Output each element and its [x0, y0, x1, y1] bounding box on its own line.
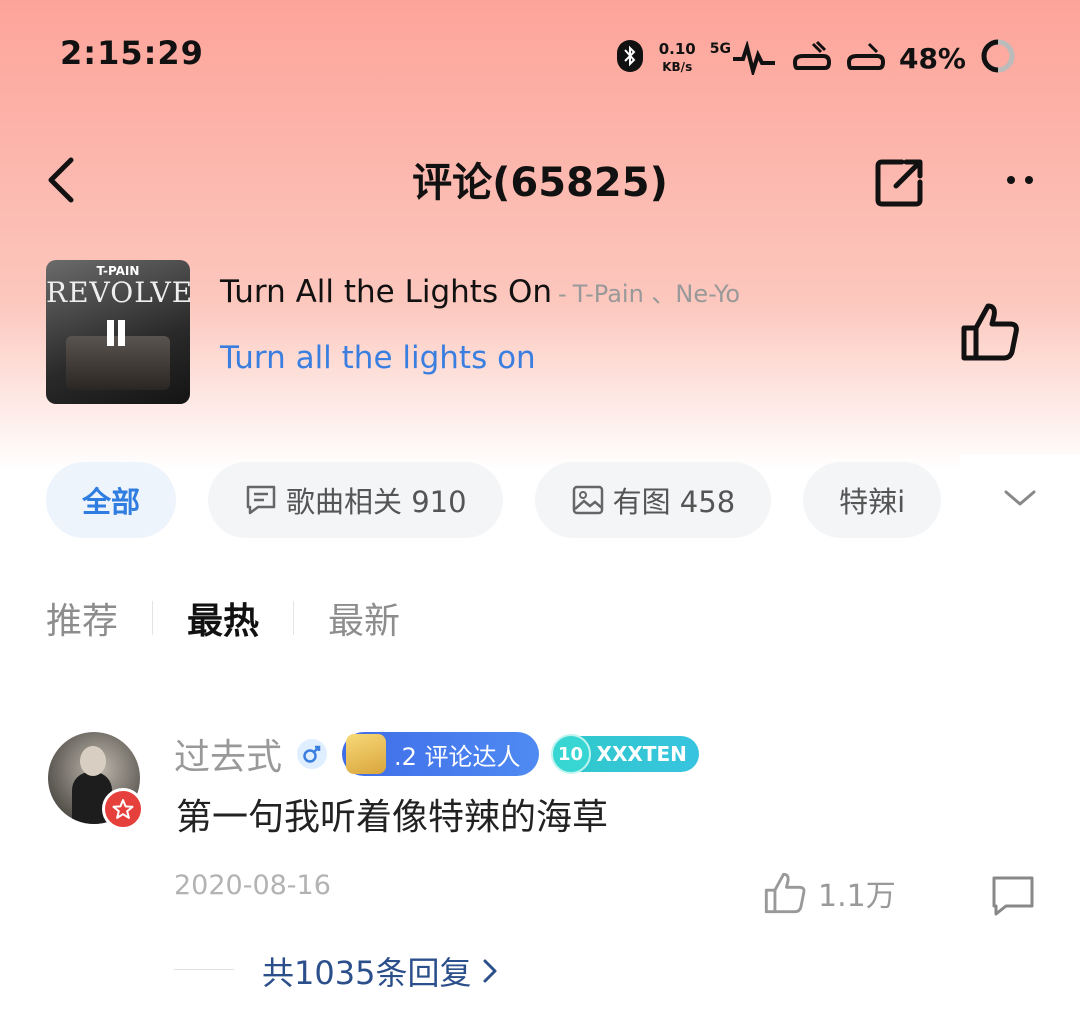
like-count: 1.1万: [818, 879, 896, 914]
comment-date: 2020-08-16: [174, 870, 331, 901]
signal-5g-icon: 5G: [710, 41, 777, 75]
comment-like-button[interactable]: 1.1万: [762, 870, 896, 916]
battery-percent: 48%: [898, 41, 966, 75]
comment-user-row: 过去式 .2 评论达人 10 XXXTEN: [174, 728, 699, 780]
avatar-star-badge: [102, 788, 144, 830]
bluetooth-icon: [615, 38, 645, 78]
comment-list-icon: [246, 485, 276, 515]
song-title[interactable]: Turn All the Lights On: [220, 274, 552, 310]
status-icons: 0.10 KB/s 5G 48%: [615, 38, 1016, 78]
male-gender-icon: [296, 738, 328, 770]
divider: [293, 601, 295, 635]
tab-hottest[interactable]: 最热: [187, 592, 259, 644]
replies-label: 共1035条回复: [262, 954, 472, 992]
chip-all[interactable]: 全部: [46, 462, 177, 538]
thumbs-up-icon: [961, 303, 1019, 361]
chip-song-related[interactable]: 歌曲相关 910: [208, 462, 503, 538]
reply-divider: [174, 969, 234, 970]
chevron-down-icon: [1004, 490, 1036, 506]
chip-with-image[interactable]: 有图 458: [534, 462, 772, 538]
star-icon: [112, 799, 134, 819]
chevron-right-icon: [483, 959, 497, 983]
cloud-sync-icon: [845, 40, 885, 76]
comment-bubble-icon: [992, 876, 1034, 916]
wifi-cloud-icon: [791, 40, 831, 76]
username[interactable]: 过去式: [174, 728, 282, 780]
image-icon: [572, 485, 603, 515]
play-icon: [101, 318, 131, 348]
filter-chips: 全部 歌曲相关 910 有图 458 特辣i: [46, 462, 942, 538]
fan-level-heart-icon: 10: [550, 734, 591, 774]
song-title-row: Turn All the Lights On - T-Pain 、Ne-Yo: [220, 274, 740, 310]
cover-album-text: REVOLVER: [46, 276, 190, 309]
dot-icon: [1025, 176, 1033, 184]
thumbs-up-icon: [764, 872, 806, 914]
reply-button[interactable]: [990, 874, 1036, 918]
dot-icon: [1007, 176, 1015, 184]
tab-recommended[interactable]: 推荐: [46, 592, 118, 644]
sort-tabs: 推荐 最热 最新: [46, 592, 400, 644]
status-time: 2:15:29: [60, 34, 204, 72]
chips-expand-button[interactable]: [1000, 482, 1040, 516]
divider: [152, 601, 154, 635]
chip-tela[interactable]: 特辣i: [803, 462, 942, 538]
tab-newest[interactable]: 最新: [328, 592, 400, 644]
fan-badge[interactable]: 10 XXXTEN: [550, 734, 699, 774]
view-replies-link[interactable]: 共1035条回复: [262, 948, 499, 994]
battery-ring-icon: [980, 38, 1016, 78]
comment-text[interactable]: 第一句我听着像特辣的海草: [176, 788, 608, 840]
song-subtitle[interactable]: Turn all the lights on: [220, 340, 536, 376]
share-icon: [875, 159, 923, 207]
net-speed: 0.10 KB/s: [658, 40, 696, 74]
album-cover[interactable]: T-PAIN REVOLVER: [46, 260, 190, 404]
like-song-button[interactable]: [958, 300, 1022, 364]
share-button[interactable]: [872, 154, 928, 210]
song-separator: -: [558, 280, 567, 308]
critic-badge[interactable]: .2 评论达人: [342, 732, 539, 776]
song-artist[interactable]: T-Pain 、Ne-Yo: [573, 274, 740, 309]
more-options-button[interactable]: [996, 160, 1044, 200]
critic-badge-icon: [346, 734, 387, 774]
